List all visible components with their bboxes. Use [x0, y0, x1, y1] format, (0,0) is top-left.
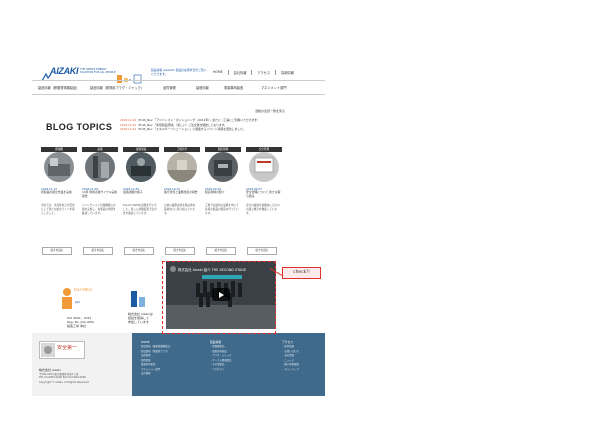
blog-card-thumbnail[interactable] [126, 152, 156, 182]
partner-logo[interactable]: 株式会社 Aizakiは 認証を取得して 参加しています [128, 289, 164, 339]
blog-card-title[interactable]: 製造現場の紹介 [205, 190, 241, 195]
blog-card-excerpt: 日頃の業務改善を積み重ね、品質向上に取り組んでいます。 [164, 204, 198, 216]
main-nav-quality[interactable]: 品質管理 [163, 85, 176, 90]
footer-column-heading[interactable]: アクセス [282, 340, 299, 344]
blog-card-title[interactable]: 電源試験の様子 [123, 190, 159, 195]
blog-topics-heading: BLOG TOPICS [46, 122, 113, 132]
iso-badge-label: ISO 9001 [74, 288, 93, 292]
footer-column: 製品情報 ・発電機製品 ・電源車両製品 ・プラグ・ジャック ・ケーブル関連製品 … [210, 340, 231, 372]
top-nav-home[interactable]: HOME [208, 70, 228, 75]
partner-line: 参加しています [128, 320, 149, 324]
header-promo-icons[interactable] [116, 69, 146, 84]
blog-card-more-button[interactable]: 続きを読む [42, 247, 72, 255]
footer-column-heading[interactable]: 製品情報 [210, 340, 231, 344]
footer-sitemap: HOME 製品情報（移動発電機製品） 製品情報（発電用プラグ） 品質管理 製造情… [132, 333, 325, 396]
news-date: 2018.11.05 [120, 122, 137, 127]
footer-link[interactable]: ・アクセサリ [210, 368, 231, 373]
footer-copyright: Copyright © Aizaki. All Rights Reserved. [39, 380, 90, 384]
news-text: IIT-4S_Nov 「アドバンスト・ポジショニング（2011年）」新たに（工事… [138, 118, 260, 122]
blog-card-title[interactable]: 進行状況と業務改善の報告 [164, 190, 200, 195]
news-item[interactable]: 2018.11.04 IIT-4S_Nov 「エネルギーソリューション」に関連する… [120, 127, 290, 132]
top-nav-access[interactable]: アクセス [251, 70, 275, 75]
main-nav-products-plug[interactable]: 製品情報（発電用プラグ・ジャック） [90, 85, 144, 90]
blog-card-thumbnail[interactable] [167, 152, 197, 182]
blog-card-title[interactable]: 安全管理について 新たな取り組み [246, 190, 282, 198]
iso-body-label: JQA [75, 300, 81, 304]
blog-card-thumbnail[interactable] [44, 152, 74, 182]
top-nav-company[interactable]: 会社情報 [227, 70, 252, 75]
webpage-screenshot: AIZAKI THE SIMPLE ENERGY SOLUTION FOR AL… [32, 62, 325, 396]
main-nav-power-vehicle[interactable]: 電源車両製造 [224, 85, 243, 90]
highlight-dashed-box [162, 261, 276, 334]
blog-card-excerpt: Export PWMの試験を行いました。新しい試験装置で安全性を確認しています。 [123, 204, 157, 216]
blog-card-excerpt: 安全の確保を最優先に日々の点検と教育を徹底しています。 [246, 204, 280, 216]
main-nav-products-generator[interactable]: 製品情報（移動発電機製品） [38, 85, 79, 90]
news-text: IIT-4S_Nov 「新規製品登録」（新しい）ご注文受付開始しております。 [138, 122, 228, 127]
blog-card-excerpt: 工場では最新の設備を用いて多様な製品の製造を行っています。 [205, 204, 239, 216]
check-callout: check!! [282, 267, 321, 279]
blog-card-more-button[interactable]: 続きを読む [165, 247, 195, 255]
blog-card-excerpt: ジャンクション付属機器の点検を実施し、各部品の状態を確認しています。 [82, 204, 116, 216]
main-nav-management[interactable]: マネジメント部門 [261, 85, 287, 90]
footer-column: HOME 製品情報（移動発電機製品） 製品情報（発電用プラグ） 品質管理 製造情… [141, 340, 172, 377]
footer-link[interactable]: 製品情報（移動発電機製品） [141, 345, 172, 350]
blog-card-thumbnail[interactable] [85, 152, 115, 182]
blog-card-more-button[interactable]: 続きを読む [83, 247, 113, 255]
blog-card-title[interactable]: 新製品の組立作業を実施 [41, 190, 77, 195]
news-more-link[interactable]: 活動の注目一覧を見る [255, 109, 285, 113]
company-logo[interactable]: AIZAKI [50, 66, 79, 76]
blog-card-more-button[interactable]: 続きを読む [124, 247, 154, 255]
main-nav: 製品情報（移動発電機製品） 製品情報（発電用プラグ・ジャック） 品質管理 製造情… [32, 80, 325, 95]
header-notice[interactable]: 製品情報 Aizaki21 製品の在庫状況がご覧いただけます。 [151, 68, 209, 76]
top-nav-recruit[interactable]: 採用情報 [275, 70, 299, 75]
company-tagline: THE SIMPLE ENERGY SOLUTION FOR ALL PEOPL… [80, 68, 116, 75]
footer-badge-label: 安全第一 [57, 345, 78, 351]
footer-link[interactable]: 会社概要 [141, 372, 172, 377]
blog-card-thumbnail[interactable] [208, 152, 238, 182]
footer-link[interactable]: ・サイトマップ [282, 368, 299, 373]
news-list: 2018.11.06 IIT-4S_Nov 「アドバンスト・ポジショニング（201… [120, 118, 290, 132]
footer-column: アクセス ・採用情報 ・お問い合わせ ・会社情報 ・ニュース ・個人情報保護 ・… [282, 340, 299, 372]
blog-card-more-button[interactable]: 続きを読む [206, 247, 236, 255]
top-nav: HOME 会社情報 アクセス 採用情報 [208, 70, 299, 75]
news-date: 2018.11.04 [120, 127, 137, 131]
blog-card-thumbnail[interactable] [249, 152, 279, 182]
blog-card-excerpt: 当社では、生産性向上を目的として新たな組立ラインを導入しました。 [41, 204, 75, 216]
footer-tel: TEL 03-0000-0000 FAX 03-0000-0000 [39, 376, 86, 380]
footer-company-info: 安全第一 株式会社 Aizaki 〒000-0000 東京都港区赤坂1丁目 TE… [32, 333, 132, 396]
company-address-block: 株式会社 Aizaki 〒000-0000 東京都港区赤坂1丁目 TEL 03-… [39, 368, 129, 384]
main-nav-manufacturing[interactable]: 製造情報 [196, 85, 209, 90]
blog-card-more-button[interactable]: 続きを読む [247, 247, 277, 255]
news-text: IIT-4S_Nov 「エネルギーソリューション」に関連するイベント情報を更新し… [138, 127, 246, 131]
footer-link[interactable]: ・プラグ・ジャック [210, 354, 231, 359]
footer-column-heading[interactable]: HOME [141, 340, 172, 344]
footer-link[interactable]: ・個人情報保護 [282, 363, 299, 368]
footer-badge[interactable]: 安全第一 [39, 341, 85, 359]
iso-certification-badge[interactable]: ISO 9001 JQA ISO 9001：2015 Reg. No. JQA-… [59, 286, 95, 336]
blog-card-title[interactable]: 10月 現場点検サイクル実施報告 [82, 190, 118, 198]
iso-cert-line: 製造工場 本社 [67, 324, 86, 328]
news-date: 2018.11.06 [120, 118, 137, 122]
